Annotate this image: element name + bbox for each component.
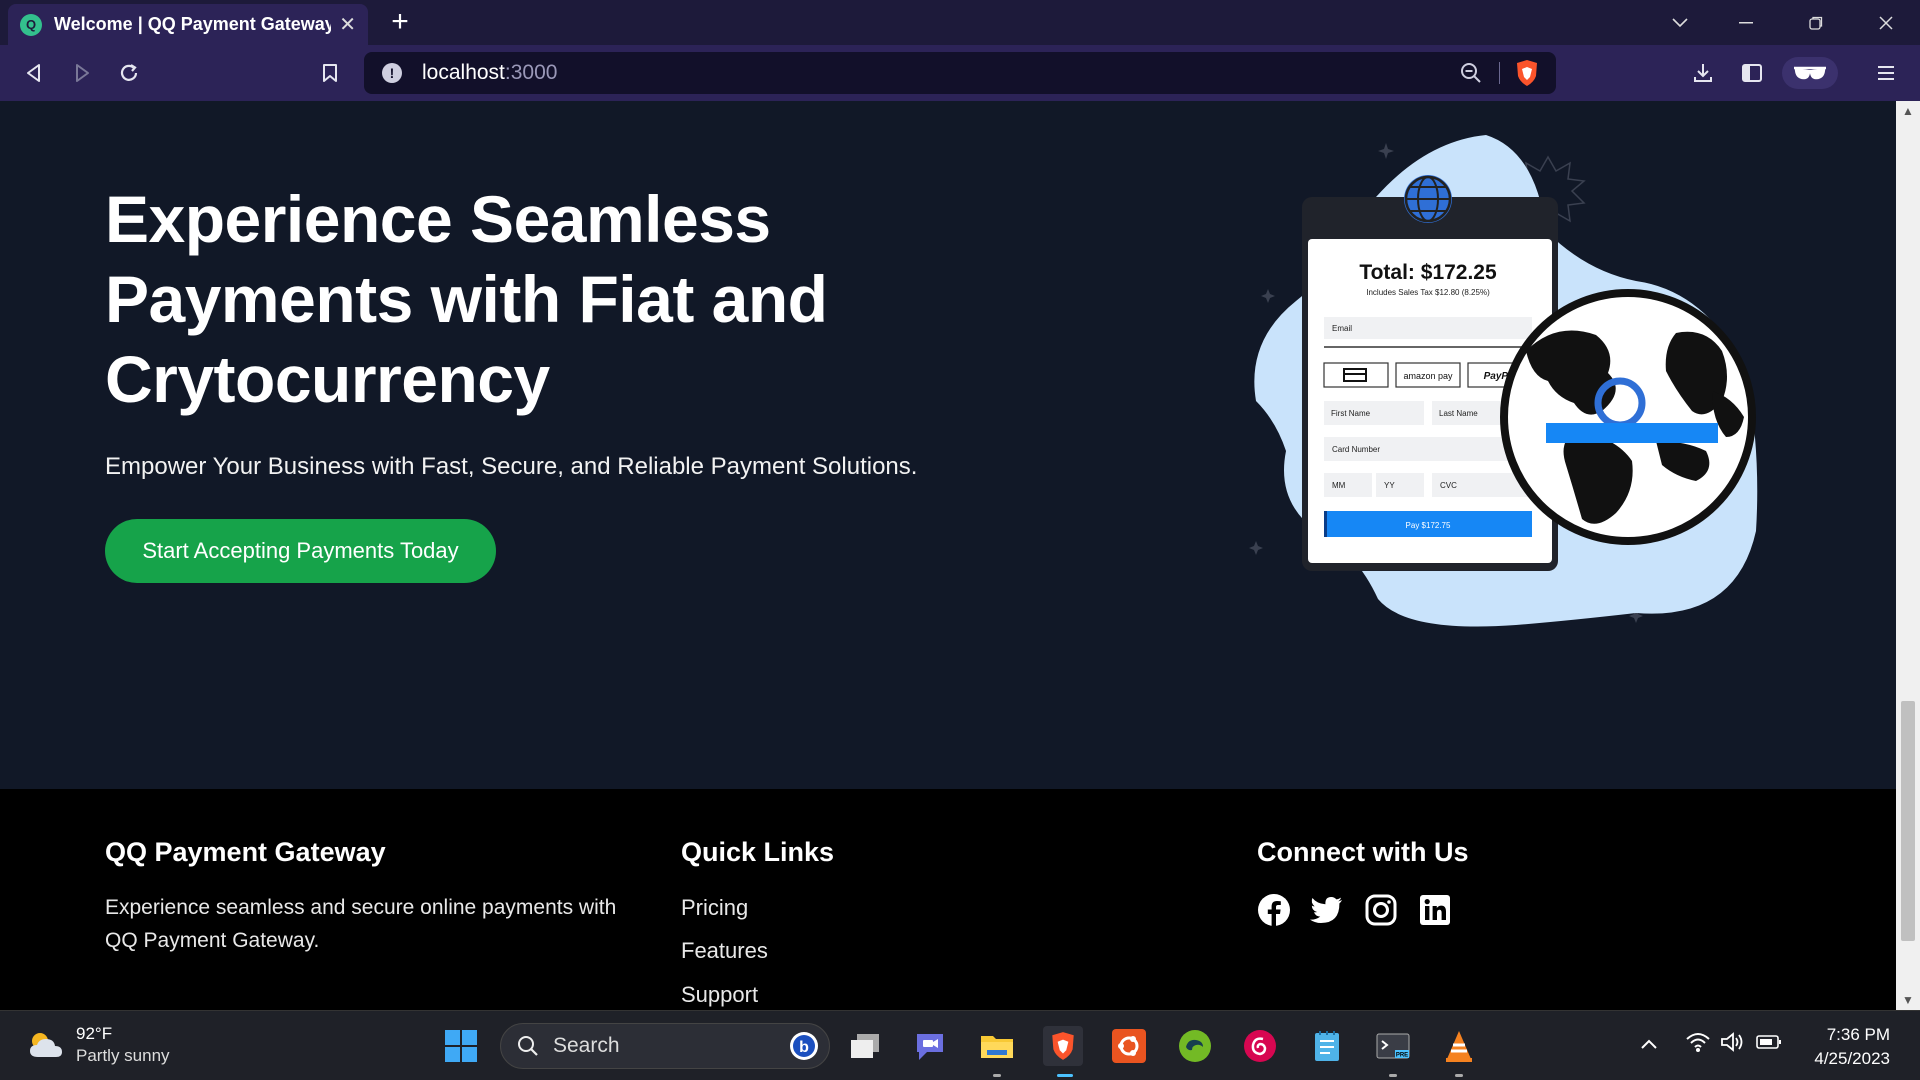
back-icon[interactable] <box>18 57 50 89</box>
windows-taskbar: 92°F Partly sunny Search b PRE 7:36 PM 4… <box>0 1010 1920 1080</box>
terminal-preview-icon[interactable]: PRE <box>1373 1026 1413 1066</box>
zoom-icon[interactable] <box>1460 62 1482 90</box>
tab-title: Welcome | QQ Payment Gateway <box>54 14 332 34</box>
active-indicator <box>1057 1074 1073 1077</box>
illus-total: Total: $172.25 <box>1359 261 1497 284</box>
clock-date: 4/25/2023 <box>1814 1049 1890 1068</box>
windows-start-icon[interactable] <box>441 1026 481 1066</box>
footer-brand-desc-2: QQ Payment Gateway. <box>105 929 320 952</box>
taskbar-search[interactable]: Search b <box>500 1023 830 1069</box>
download-icon[interactable] <box>1687 57 1719 89</box>
browser-tab-active[interactable]: Q Welcome | QQ Payment Gateway ✕ <box>8 4 368 45</box>
volume-icon[interactable] <box>1720 1031 1744 1059</box>
close-window-button[interactable] <box>1856 0 1916 45</box>
clock-time: 7:36 PM <box>1826 1025 1890 1044</box>
scroll-up-arrow-icon[interactable]: ▲ <box>1896 101 1920 121</box>
url-port: :3000 <box>504 61 558 84</box>
footer-link-support[interactable]: Support <box>681 982 758 1008</box>
search-icon <box>518 1036 538 1056</box>
browser-toolbar: ! localhost:3000 <box>0 45 1920 101</box>
footer-link-pricing[interactable]: Pricing <box>681 895 748 921</box>
scrollbar-thumb[interactable] <box>1901 701 1915 941</box>
reload-icon[interactable] <box>113 57 145 89</box>
menu-icon[interactable] <box>1870 57 1902 89</box>
teams-chat-icon[interactable] <box>910 1026 950 1066</box>
ubuntu-icon[interactable] <box>1109 1026 1149 1066</box>
payment-illustration: Total: $172.25 Includes Sales Tax $12.80… <box>1249 135 1758 627</box>
partly-sunny-icon <box>30 1033 62 1057</box>
weather-widget[interactable]: 92°F Partly sunny <box>26 1023 170 1067</box>
private-glasses-icon[interactable] <box>1782 57 1838 89</box>
debian-icon[interactable] <box>1240 1026 1280 1066</box>
illus-email: Email <box>1332 324 1352 333</box>
forward-icon[interactable] <box>66 57 98 89</box>
illus-first-name: First Name <box>1331 409 1371 418</box>
site-favicon-icon: Q <box>20 13 42 36</box>
illus-mm: MM <box>1332 481 1346 490</box>
svg-text:PRE: PRE <box>1396 1053 1408 1059</box>
address-bar-divider <box>1499 62 1500 84</box>
tab-search-chevron-icon[interactable] <box>1650 0 1710 45</box>
illus-last-name: Last Name <box>1439 409 1478 418</box>
minimize-window-button[interactable] <box>1716 0 1776 45</box>
new-tab-button[interactable]: + <box>384 6 416 38</box>
battery-icon[interactable] <box>1756 1033 1782 1056</box>
svg-text:b: b <box>799 1039 809 1056</box>
page-scrollbar[interactable]: ▲ ▼ <box>1896 101 1920 1010</box>
running-indicator <box>1389 1074 1397 1077</box>
opensuse-icon[interactable] <box>1175 1026 1215 1066</box>
footer-brand-title: QQ Payment Gateway <box>105 837 386 867</box>
vlc-icon[interactable] <box>1439 1026 1479 1066</box>
show-hidden-icons-chevron-icon[interactable] <box>1640 1033 1658 1056</box>
brave-shields-icon[interactable] <box>1514 59 1540 93</box>
facebook-icon[interactable] <box>1257 893 1291 927</box>
restore-window-button[interactable] <box>1786 0 1846 45</box>
running-indicator <box>1455 1074 1463 1077</box>
system-clock[interactable]: 7:36 PM 4/25/2023 <box>1814 1023 1890 1071</box>
hero-section: Experience Seamless Payments with Fiat a… <box>0 101 1896 789</box>
bing-icon[interactable]: b <box>789 1031 819 1061</box>
bookmark-icon[interactable] <box>314 57 346 89</box>
footer-connect-title: Connect with Us <box>1257 837 1469 867</box>
running-indicator <box>993 1074 1001 1077</box>
file-explorer-icon[interactable] <box>977 1026 1017 1066</box>
search-placeholder: Search <box>553 1034 620 1057</box>
footer-links-title: Quick Links <box>681 837 835 867</box>
tab-close-icon[interactable]: ✕ <box>339 12 356 37</box>
url-host: localhost <box>422 61 505 84</box>
brave-browser-taskbar-icon[interactable] <box>1043 1026 1083 1066</box>
notepad-icon[interactable] <box>1307 1026 1347 1066</box>
sidebar-toggle-icon[interactable] <box>1736 57 1768 89</box>
illus-amazon-pay: amazon pay <box>1403 371 1453 381</box>
illus-card-number: Card Number <box>1332 445 1380 454</box>
linkedin-icon[interactable] <box>1418 893 1452 927</box>
instagram-icon[interactable] <box>1364 893 1398 927</box>
browser-tabstrip: Q Welcome | QQ Payment Gateway ✕ + <box>0 0 1920 45</box>
site-info-icon[interactable]: ! <box>382 63 402 83</box>
start-accepting-payments-button[interactable]: Start Accepting Payments Today <box>105 519 496 583</box>
hero-heading: Experience Seamless Payments with Fiat a… <box>105 182 828 416</box>
twitter-icon[interactable] <box>1310 893 1344 927</box>
hero-subheading: Empower Your Business with Fast, Secure,… <box>105 453 918 480</box>
wifi-icon[interactable] <box>1685 1031 1711 1059</box>
web-page: Experience Seamless Payments with Fiat a… <box>0 101 1896 1010</box>
address-bar[interactable]: ! localhost:3000 <box>364 52 1556 94</box>
footer-brand-desc-1: Experience seamless and secure online pa… <box>105 896 617 919</box>
weather-condition: Partly sunny <box>76 1046 170 1065</box>
illus-yy: YY <box>1384 481 1395 490</box>
illus-pay-button: Pay $172.75 <box>1406 521 1451 530</box>
illus-cvc: CVC <box>1440 481 1457 490</box>
task-view-icon[interactable] <box>845 1026 885 1066</box>
scroll-down-arrow-icon[interactable]: ▼ <box>1896 990 1920 1010</box>
weather-temperature: 92°F <box>76 1024 113 1043</box>
page-footer: QQ Payment Gateway Experience seamless a… <box>0 789 1896 1010</box>
footer-link-features[interactable]: Features <box>681 938 768 964</box>
illus-tax-note: Includes Sales Tax $12.80 (8.25%) <box>1366 288 1490 297</box>
